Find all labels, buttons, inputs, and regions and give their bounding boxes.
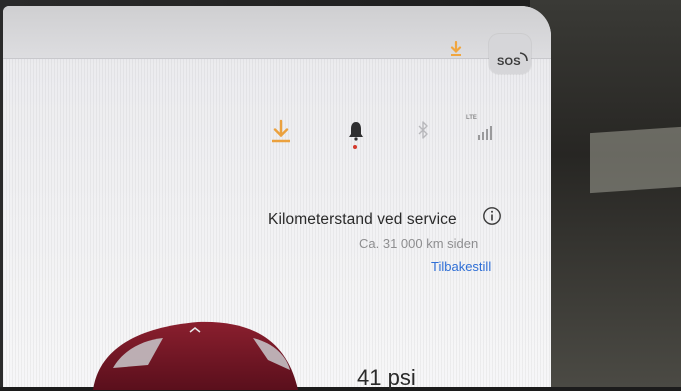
reset-button[interactable]: Tilbakestill (431, 259, 491, 274)
notification-dot (353, 145, 357, 149)
display-bezel (530, 0, 681, 387)
service-mileage-value: Ca. 31 000 km siden (359, 236, 479, 251)
download-icon[interactable] (449, 41, 463, 57)
download-icon[interactable] (270, 118, 292, 148)
bell-icon[interactable] (347, 118, 365, 148)
sos-call-icon (519, 52, 528, 62)
signal-icon (478, 126, 492, 140)
car-render (93, 321, 298, 390)
bezel-reflection (590, 126, 681, 194)
info-icon[interactable] (482, 206, 502, 226)
top-bar: SOS (3, 6, 551, 74)
tire-pressure: 41 psi (357, 365, 416, 390)
service-mileage-title: Kilometerstand ved service (268, 211, 457, 228)
bluetooth-icon[interactable] (416, 118, 430, 148)
